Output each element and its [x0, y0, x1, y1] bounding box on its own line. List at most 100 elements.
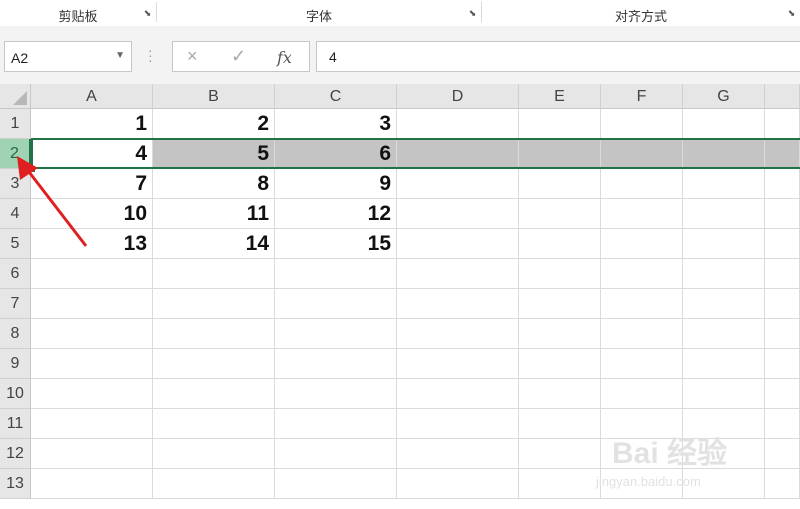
cell-d2[interactable] [397, 139, 519, 169]
cell-a4[interactable]: 10 [31, 199, 153, 229]
insert-function-icon[interactable]: fx [277, 48, 292, 67]
cell-f6[interactable] [601, 259, 683, 289]
cell-a8[interactable] [31, 319, 153, 349]
cell-partial[interactable] [765, 289, 800, 319]
row-header-13[interactable]: 13 [0, 469, 31, 499]
cell-g4[interactable] [683, 199, 765, 229]
cell-partial[interactable] [765, 169, 800, 199]
cell-e3[interactable] [519, 169, 601, 199]
row-header-3[interactable]: 3 [0, 169, 31, 199]
cell-e12[interactable] [519, 439, 601, 469]
cell-c12[interactable] [275, 439, 397, 469]
column-header-d[interactable]: D [397, 84, 519, 109]
name-box[interactable]: A2 ▼ [4, 41, 132, 72]
cell-b9[interactable] [153, 349, 275, 379]
cell-f5[interactable] [601, 229, 683, 259]
column-header-c[interactable]: C [275, 84, 397, 109]
row-header-9[interactable]: 9 [0, 349, 31, 379]
cell-a13[interactable] [31, 469, 153, 499]
cell-g2[interactable] [683, 139, 765, 169]
cell-g1[interactable] [683, 109, 765, 139]
row-header-7[interactable]: 7 [0, 289, 31, 319]
row-header-2[interactable]: 2 [0, 139, 31, 169]
cell-g8[interactable] [683, 319, 765, 349]
font-dialog-launcher-icon[interactable]: ⬊ [468, 9, 477, 18]
enter-check-icon[interactable]: ✓ [231, 46, 246, 67]
row-header-5[interactable]: 5 [0, 229, 31, 259]
cell-d13[interactable] [397, 469, 519, 499]
cell-e6[interactable] [519, 259, 601, 289]
select-all-button[interactable] [0, 84, 31, 109]
cell-b12[interactable] [153, 439, 275, 469]
cell-partial[interactable] [765, 109, 800, 139]
cell-f10[interactable] [601, 379, 683, 409]
cell-a10[interactable] [31, 379, 153, 409]
clipboard-dialog-launcher-icon[interactable]: ⬊ [143, 9, 152, 18]
column-header-b[interactable]: B [153, 84, 275, 109]
row-header-8[interactable]: 8 [0, 319, 31, 349]
cell-a3[interactable]: 7 [31, 169, 153, 199]
cell-f7[interactable] [601, 289, 683, 319]
cell-e10[interactable] [519, 379, 601, 409]
cell-partial[interactable] [765, 349, 800, 379]
column-header-e[interactable]: E [519, 84, 601, 109]
cell-d1[interactable] [397, 109, 519, 139]
cell-d6[interactable] [397, 259, 519, 289]
cell-g5[interactable] [683, 229, 765, 259]
cell-d3[interactable] [397, 169, 519, 199]
cell-partial[interactable] [765, 379, 800, 409]
cell-b6[interactable] [153, 259, 275, 289]
row-header-12[interactable]: 12 [0, 439, 31, 469]
cell-g9[interactable] [683, 349, 765, 379]
alignment-dialog-launcher-icon[interactable]: ⬊ [787, 9, 796, 18]
cell-f2[interactable] [601, 139, 683, 169]
cell-c1[interactable]: 3 [275, 109, 397, 139]
cell-c6[interactable] [275, 259, 397, 289]
cell-partial[interactable] [765, 199, 800, 229]
cell-d5[interactable] [397, 229, 519, 259]
cell-b7[interactable] [153, 289, 275, 319]
cell-c7[interactable] [275, 289, 397, 319]
formula-input[interactable]: 4 [316, 41, 800, 72]
cell-b5[interactable]: 14 [153, 229, 275, 259]
cell-e7[interactable] [519, 289, 601, 319]
cell-d10[interactable] [397, 379, 519, 409]
cell-d9[interactable] [397, 349, 519, 379]
cell-e2[interactable] [519, 139, 601, 169]
cell-b2[interactable]: 5 [153, 139, 275, 169]
cell-b8[interactable] [153, 319, 275, 349]
cell-a11[interactable] [31, 409, 153, 439]
cell-e9[interactable] [519, 349, 601, 379]
cell-e8[interactable] [519, 319, 601, 349]
cell-partial[interactable] [765, 439, 800, 469]
cell-f3[interactable] [601, 169, 683, 199]
cell-c11[interactable] [275, 409, 397, 439]
cell-g7[interactable] [683, 289, 765, 319]
cell-f8[interactable] [601, 319, 683, 349]
cell-b11[interactable] [153, 409, 275, 439]
cell-partial[interactable] [765, 139, 800, 169]
cell-a6[interactable] [31, 259, 153, 289]
cell-c10[interactable] [275, 379, 397, 409]
cell-partial[interactable] [765, 259, 800, 289]
cell-b13[interactable] [153, 469, 275, 499]
cell-c9[interactable] [275, 349, 397, 379]
row-header-11[interactable]: 11 [0, 409, 31, 439]
cell-d7[interactable] [397, 289, 519, 319]
column-header-g[interactable]: G [683, 84, 765, 109]
cell-c8[interactable] [275, 319, 397, 349]
cell-g3[interactable] [683, 169, 765, 199]
cell-g6[interactable] [683, 259, 765, 289]
cell-d11[interactable] [397, 409, 519, 439]
row-header-1[interactable]: 1 [0, 109, 31, 139]
cell-c4[interactable]: 12 [275, 199, 397, 229]
fill-handle[interactable] [28, 165, 36, 173]
cell-d4[interactable] [397, 199, 519, 229]
cell-f9[interactable] [601, 349, 683, 379]
cell-e13[interactable] [519, 469, 601, 499]
chevron-down-icon[interactable]: ▼ [115, 50, 125, 61]
cell-partial[interactable] [765, 469, 800, 499]
cancel-icon[interactable]: × [187, 46, 198, 67]
row-header-4[interactable]: 4 [0, 199, 31, 229]
cell-e11[interactable] [519, 409, 601, 439]
